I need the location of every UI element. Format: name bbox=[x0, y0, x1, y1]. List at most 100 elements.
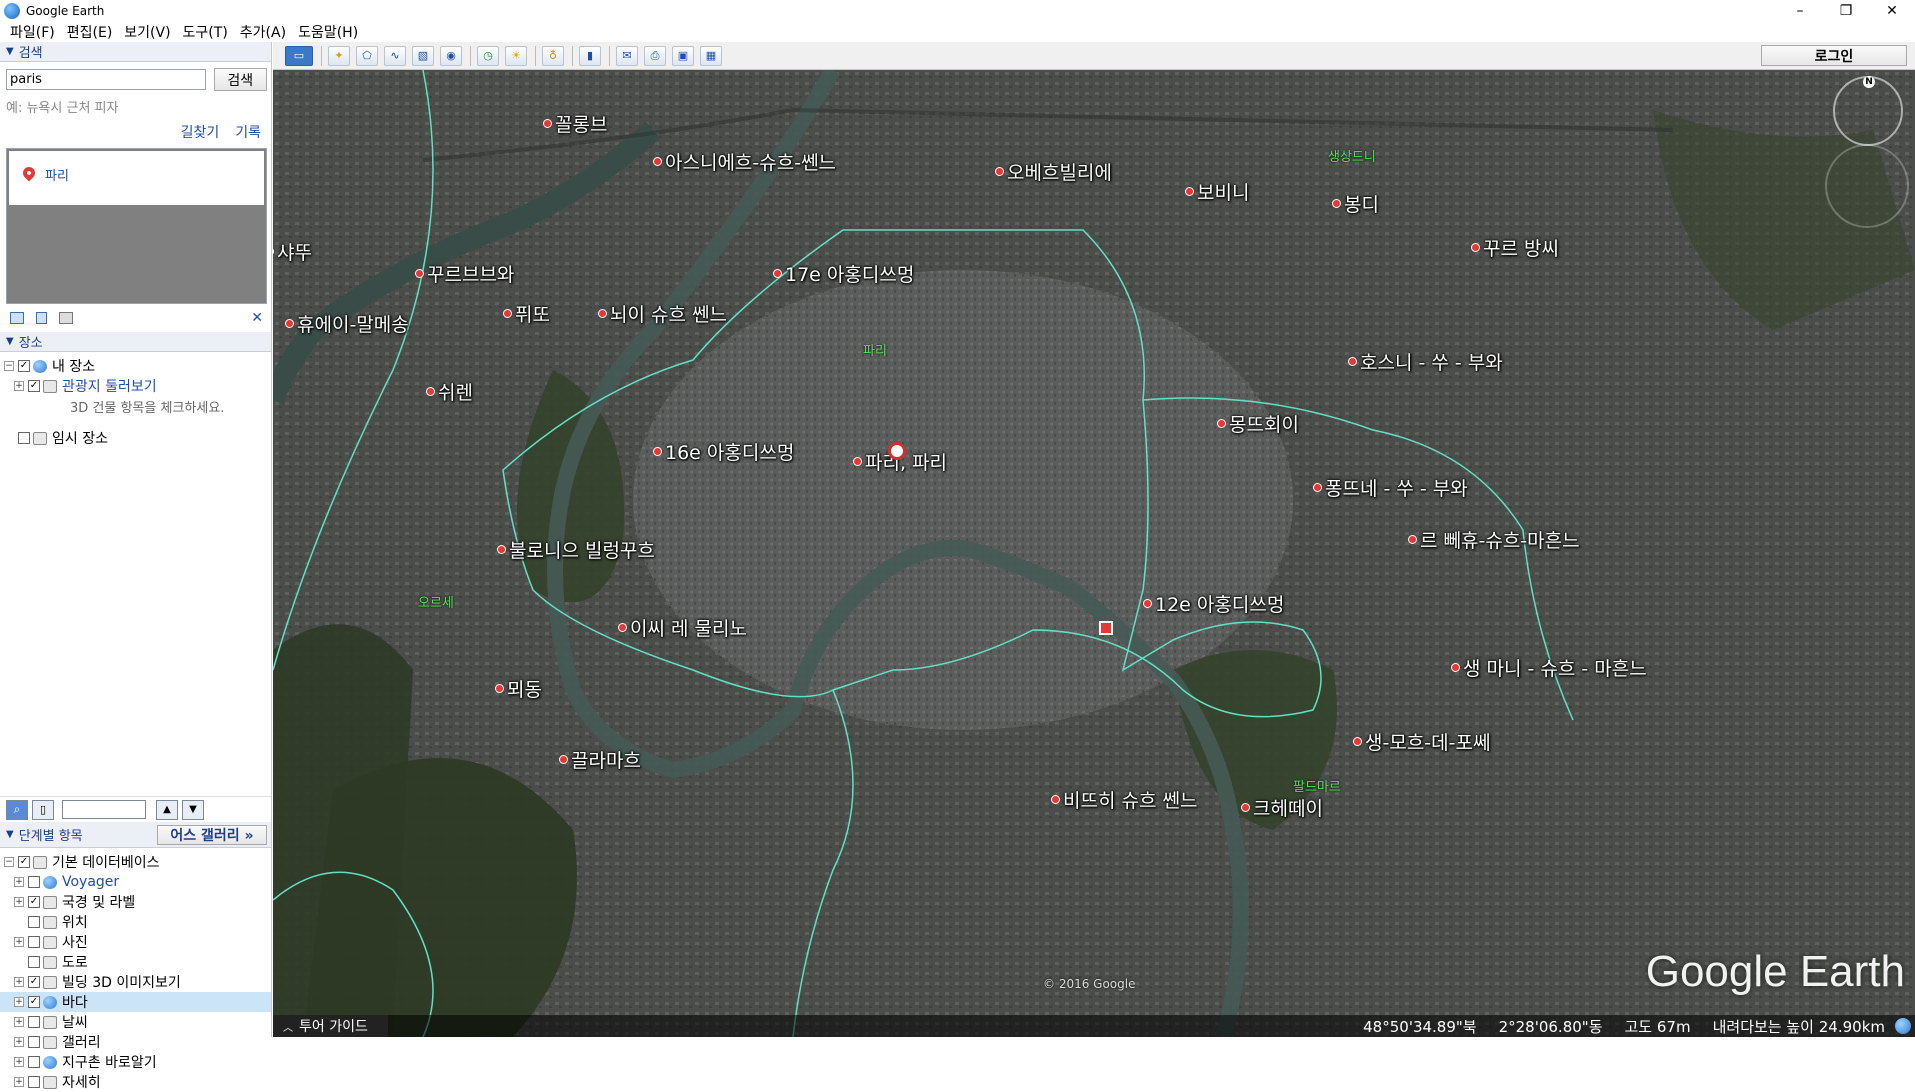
checkbox-unchecked-icon[interactable] bbox=[28, 936, 40, 948]
collapse-triangle-icon[interactable]: ▼ bbox=[6, 336, 14, 347]
label-rosny-sous-bois[interactable]: 호스니 - 쑤 - 부와 bbox=[1348, 348, 1503, 375]
label-chatou[interactable]: 샤뚜 bbox=[273, 238, 312, 265]
layer-row[interactable]: − ✓ 기본 데이터베이스 bbox=[0, 852, 271, 872]
checkbox-unchecked-icon[interactable] bbox=[28, 1056, 40, 1068]
search-result-marker-icon[interactable] bbox=[888, 442, 906, 460]
expand-icon[interactable]: + bbox=[14, 381, 24, 391]
navigation-compass[interactable]: N bbox=[1833, 76, 1903, 146]
tree-row-tour-folder[interactable]: + ✓ 관광지 둘러보기 bbox=[0, 376, 271, 396]
add-polygon-button[interactable]: ⬠ bbox=[356, 45, 378, 66]
print-icon[interactable] bbox=[59, 312, 73, 324]
checkbox-unchecked-icon[interactable] bbox=[28, 1016, 40, 1028]
layer-row[interactable]: + 지구촌 바로알기 bbox=[0, 1052, 271, 1072]
checkbox-unchecked-icon[interactable] bbox=[28, 876, 40, 888]
minimize-button[interactable]: – bbox=[1777, 0, 1823, 22]
tour-guide-button[interactable]: ︿ 투어 가이드 bbox=[273, 1015, 388, 1037]
north-indicator-icon[interactable]: N bbox=[1863, 76, 1875, 88]
layer-row[interactable]: + 갤러리 bbox=[0, 1032, 271, 1052]
collapse-icon[interactable]: − bbox=[4, 361, 14, 371]
collapse-triangle-icon[interactable]: ▼ bbox=[6, 46, 14, 57]
copy-icon[interactable] bbox=[36, 312, 47, 324]
expand-icon[interactable]: + bbox=[14, 977, 24, 987]
search-input[interactable] bbox=[6, 69, 206, 90]
record-tour-button[interactable]: ◉ bbox=[440, 45, 462, 66]
ruler-button[interactable]: ▮ bbox=[579, 45, 601, 66]
maximize-button[interactable]: ❐ bbox=[1823, 0, 1869, 22]
expand-icon[interactable]: + bbox=[14, 897, 24, 907]
directions-link[interactable]: 길찾기 bbox=[181, 122, 220, 142]
label-bobigny[interactable]: 보비니 bbox=[1185, 178, 1249, 205]
expand-icon[interactable]: − bbox=[4, 857, 14, 867]
label-saint-maur[interactable]: 생 마니 - 슈흐 - 마흔느 bbox=[1451, 654, 1647, 681]
sidebar-view-button[interactable]: ▯ bbox=[32, 799, 54, 820]
label-16e[interactable]: 16e 아홍디쓰멍 bbox=[653, 438, 794, 465]
expand-icon[interactable]: + bbox=[14, 1077, 24, 1087]
login-button[interactable]: 로그인 bbox=[1761, 45, 1907, 66]
checkbox-unchecked-icon[interactable] bbox=[28, 1036, 40, 1048]
layer-row[interactable]: + 사진 bbox=[0, 932, 271, 952]
checkbox-checked-icon[interactable]: ✓ bbox=[28, 976, 40, 988]
historical-imagery-button[interactable]: ◷ bbox=[477, 45, 499, 66]
layer-row[interactable]: + Voyager bbox=[0, 872, 271, 892]
menu-help[interactable]: 도움말(H) bbox=[292, 22, 364, 42]
checkbox-unchecked-icon[interactable] bbox=[28, 916, 40, 928]
checkbox-checked-icon[interactable]: ✓ bbox=[28, 896, 40, 908]
menu-edit[interactable]: 편집(E) bbox=[61, 22, 119, 42]
map-view[interactable]: N 꼴롱브 아스니에흐-슈흐-쎈느 오베흐빌리에 보비니 봉디 샤뚜 꾸르 방씨 꾸르브브와 1… bbox=[273, 70, 1915, 1037]
label-meudon[interactable]: 뫼동 bbox=[495, 675, 542, 702]
view-in-maps-button[interactable]: ▦ bbox=[700, 45, 722, 66]
save-image-button[interactable]: ▣ bbox=[672, 45, 694, 66]
label-issy[interactable]: 이씨 레 물리노 bbox=[618, 614, 747, 641]
label-17e[interactable]: 17e 아홍디쓰멍 bbox=[773, 260, 914, 287]
layer-search-input[interactable] bbox=[62, 800, 146, 819]
label-bondy[interactable]: 봉디 bbox=[1332, 190, 1379, 217]
expand-icon[interactable]: + bbox=[14, 997, 24, 1007]
layer-row[interactable]: + 날씨 bbox=[0, 1012, 271, 1032]
layer-row[interactable]: + ✓ 바다 bbox=[0, 992, 271, 1012]
layer-row[interactable]: + 자세히 bbox=[0, 1072, 271, 1092]
layer-row[interactable]: + ✓ 국경 및 라벨 bbox=[0, 892, 271, 912]
add-path-button[interactable]: ∿ bbox=[384, 45, 406, 66]
tree-row-temp-places[interactable]: 임시 장소 bbox=[0, 428, 271, 448]
checkbox-unchecked-icon[interactable] bbox=[28, 1076, 40, 1088]
history-link[interactable]: 기록 bbox=[235, 122, 261, 142]
label-boulogne[interactable]: 불로니으 빌렁꾸흐 bbox=[497, 536, 655, 563]
label-rueil[interactable]: 휴에이-말메송 bbox=[285, 310, 409, 337]
label-rosny[interactable]: 꾸르 방씨 bbox=[1471, 234, 1559, 261]
layer-row[interactable]: + ✓ 빌딩 3D 이미지보기 bbox=[0, 972, 271, 992]
up-button[interactable]: ▲ bbox=[156, 799, 178, 820]
toggle-sidebar-button[interactable]: ▭ bbox=[285, 45, 313, 66]
search-layers-button[interactable]: ⌕ bbox=[6, 799, 28, 820]
print-button[interactable]: ⎙ bbox=[644, 45, 666, 66]
label-asnieres[interactable]: 아스니에흐-슈흐-쎈느 bbox=[653, 148, 836, 175]
checkbox-unchecked-icon[interactable] bbox=[28, 956, 40, 968]
layers-panel-header[interactable]: ▼ 단계별 항목 어스 갤러리 » bbox=[0, 822, 271, 848]
label-aubervilliers[interactable]: 오베흐빌리에 bbox=[995, 158, 1112, 185]
layer-row[interactable]: 도로 bbox=[0, 952, 271, 972]
label-12e[interactable]: 12e 아홍디쓰멍 bbox=[1143, 590, 1284, 617]
expand-icon[interactable]: + bbox=[14, 1037, 24, 1047]
search-result-item[interactable]: 파리 bbox=[9, 151, 264, 205]
checkbox-checked-icon[interactable]: ✓ bbox=[28, 380, 40, 392]
label-perreux[interactable]: 르 뻬휴-슈흐-마흔느 bbox=[1408, 526, 1580, 553]
label-fontenay[interactable]: 퐁뜨네 - 쑤 - 부와 bbox=[1313, 474, 1468, 501]
expand-icon[interactable]: + bbox=[14, 1017, 24, 1027]
label-montreuil[interactable]: 몽뜨회이 bbox=[1217, 410, 1299, 437]
label-paris-green[interactable]: 파리 bbox=[863, 340, 887, 359]
expand-icon[interactable]: + bbox=[14, 877, 24, 887]
label-clamart[interactable]: 끌라마흐 bbox=[559, 746, 641, 773]
switch-planet-button[interactable]: ♁ bbox=[542, 45, 564, 66]
expand-icon[interactable]: + bbox=[14, 1057, 24, 1067]
menu-file[interactable]: 파일(F) bbox=[4, 22, 61, 42]
label-saint-maur-fosses[interactable]: 생-모흐-데-포쎄 bbox=[1353, 728, 1490, 755]
search-panel-header[interactable]: ▼ 검색 bbox=[0, 42, 271, 62]
checkbox-checked-icon[interactable]: ✓ bbox=[28, 996, 40, 1008]
label-courbevoie[interactable]: 꾸르브브와 bbox=[415, 260, 514, 287]
places-panel-header[interactable]: ▼ 장소 bbox=[0, 332, 271, 352]
add-folder-icon[interactable] bbox=[10, 312, 24, 324]
search-button[interactable]: 검색 bbox=[213, 68, 267, 91]
close-button[interactable]: ✕ bbox=[1869, 0, 1915, 22]
poi-marker-icon[interactable] bbox=[1099, 621, 1113, 635]
tree-row-my-places[interactable]: − ✓ 내 장소 bbox=[0, 356, 271, 376]
label-neuilly[interactable]: 뇌이 슈흐 쎈느 bbox=[598, 300, 727, 327]
